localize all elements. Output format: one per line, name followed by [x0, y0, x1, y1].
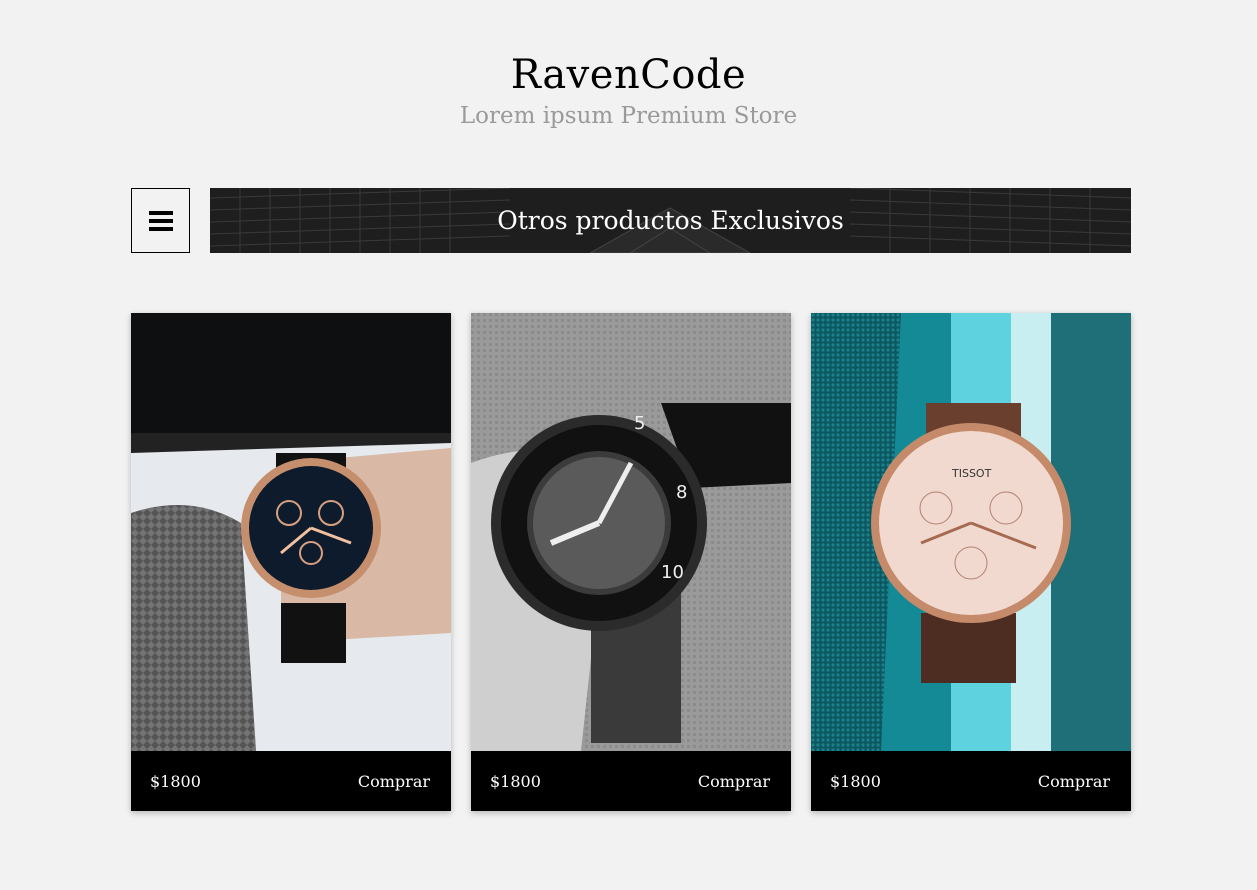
site-subtitle: Lorem ipsum Premium Store	[459, 103, 798, 129]
card-footer: $1800 Comprar	[811, 751, 1131, 811]
site-title: RavenCode	[510, 52, 747, 98]
product-price: $1800	[830, 771, 881, 791]
site-header: RavenCode Lorem ipsum Premium Store	[0, 50, 1257, 131]
product-price: $1800	[150, 771, 201, 791]
card-footer: $1800 Comprar	[471, 751, 791, 811]
svg-text:TISSOT: TISSOT	[951, 467, 992, 480]
hamburger-menu-icon	[148, 210, 173, 231]
svg-text:5: 5	[634, 413, 645, 434]
product-card: $1800 Comprar	[131, 313, 451, 811]
product-card: 5 8 10 $1800 Comprar	[471, 313, 791, 811]
svg-text:10: 10	[661, 562, 684, 583]
banner: Otros productos Exclusivos	[210, 188, 1131, 253]
buy-button[interactable]: Comprar	[698, 772, 770, 791]
menu-button[interactable]	[131, 188, 190, 253]
product-price: $1800	[490, 771, 541, 791]
buy-button[interactable]: Comprar	[358, 772, 430, 791]
tissot-watch-photo[interactable]: TISSOT	[811, 313, 1131, 751]
buy-button[interactable]: Comprar	[1038, 772, 1110, 791]
banner-title: Otros productos Exclusivos	[497, 206, 844, 235]
diver-watch-bw-photo[interactable]: 5 8 10	[471, 313, 791, 751]
product-card: TISSOT $1800 Comprar	[811, 313, 1131, 811]
watch-on-wrist-photo[interactable]	[131, 313, 451, 751]
card-footer: $1800 Comprar	[131, 751, 451, 811]
svg-text:8: 8	[676, 482, 687, 503]
